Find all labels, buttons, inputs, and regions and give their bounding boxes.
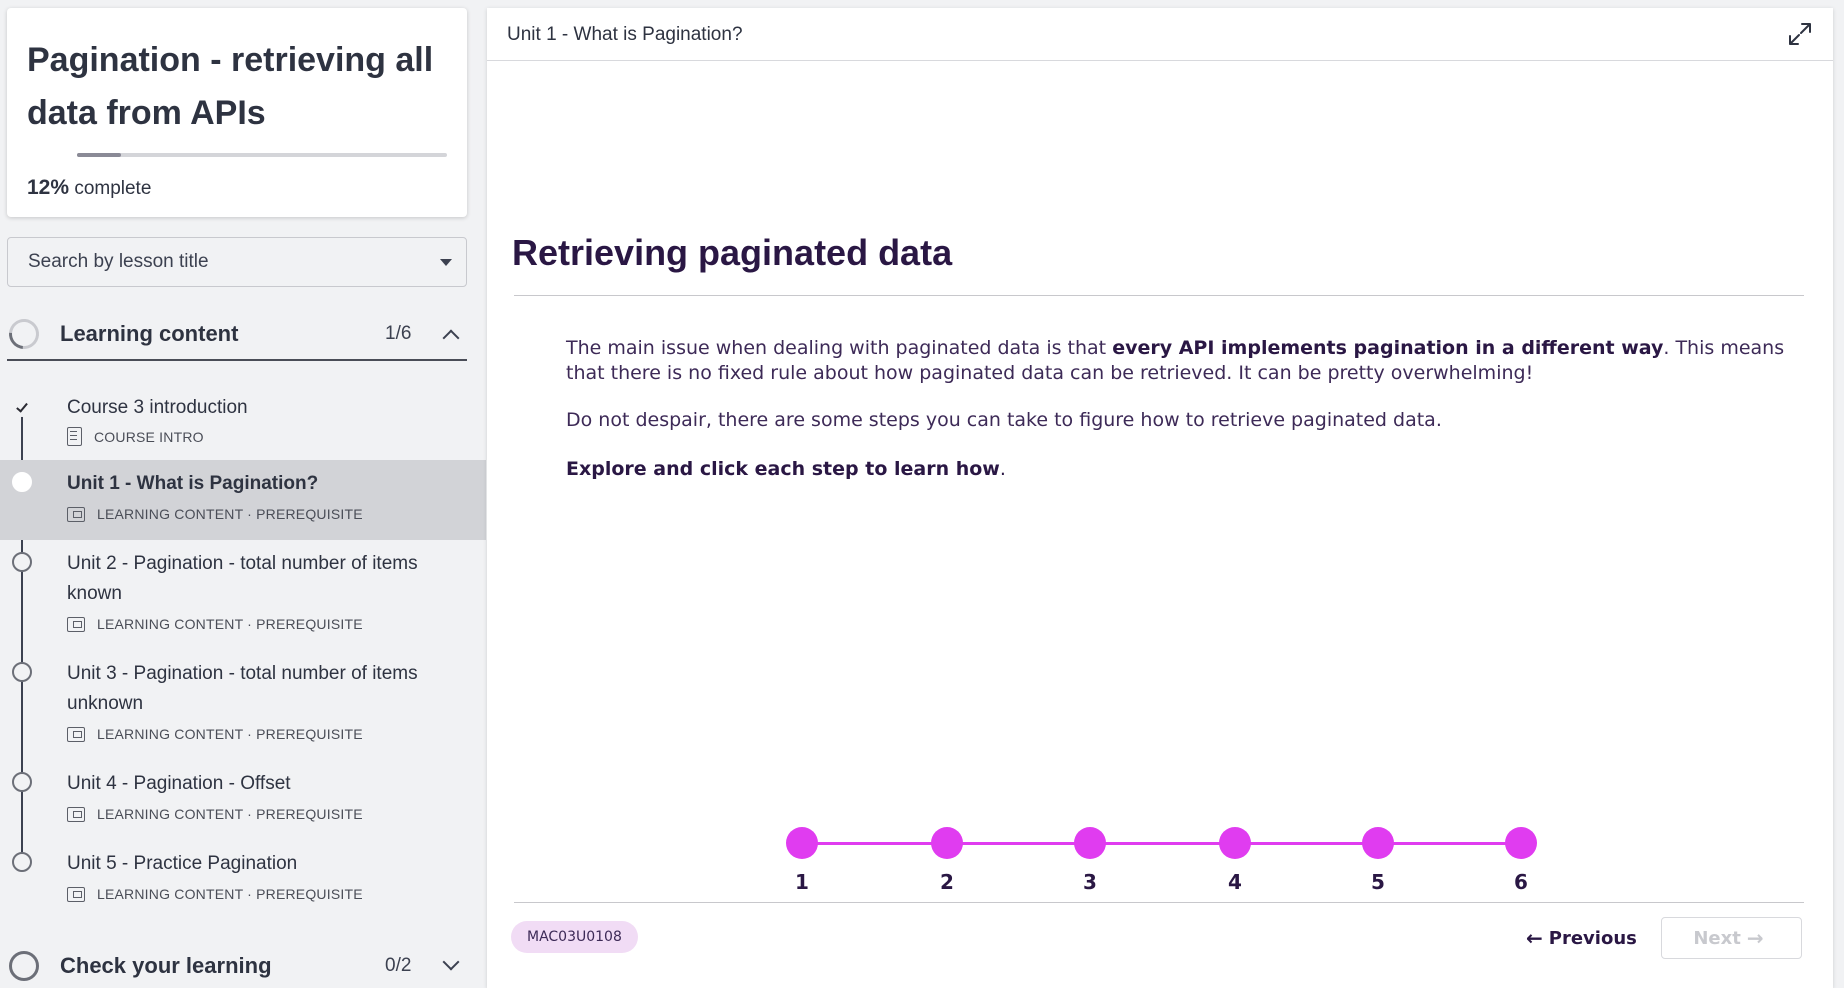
progress-ring-icon [9,951,39,981]
lesson-title: Unit 2 - Pagination - total number of it… [67,553,418,604]
lesson-meta: COURSE INTRO [67,427,204,446]
not-started-status-icon [12,772,32,792]
lesson-course-introduction[interactable]: Course 3 introduction COURSE INTRO [0,385,486,460]
step-number: 3 [1083,870,1097,894]
instruction-after: . [999,458,1006,480]
step-6-button[interactable]: 6 [1501,820,1541,894]
step-1-button[interactable]: 1 [782,820,822,894]
progress-percent: 12% [27,176,70,199]
previous-label: Previous [1548,927,1637,949]
section-count: 1/6 [385,323,412,344]
intro-paragraph: The main issue when dealing with paginat… [566,336,1806,386]
step-4-button[interactable]: 4 [1215,820,1255,894]
not-started-status-icon [12,662,32,682]
not-started-status-icon [12,852,32,872]
slides-icon [67,616,85,632]
lesson-unit-4[interactable]: Unit 4 - Pagination - Offset LEARNING CO… [0,760,486,840]
not-started-status-icon [12,552,32,572]
course-progress-fill [77,153,122,157]
next-label: Next [1693,927,1741,949]
document-icon [67,427,82,446]
lesson-meta-text: COURSE INTRO [94,428,204,445]
section-learning-content[interactable]: Learning content 1/6 [2,305,467,361]
step-number: 1 [795,870,809,894]
lesson-unit-2[interactable]: Unit 2 - Pagination - total number of it… [0,540,486,650]
footer-divider [514,902,1804,903]
step-dot [931,827,963,859]
chevron-down-icon [442,953,460,971]
intro-text-bold: every API implements pagination in a dif… [1112,337,1664,359]
completed-status-icon [12,397,32,417]
current-status-icon [12,472,32,492]
lesson-title: Unit 5 - Practice Pagination [67,853,298,874]
chevron-up-icon [442,329,460,347]
lesson-code-badge: MAC03U0108 [511,921,638,953]
lesson-content-panel: Unit 1 - What is Pagination? Retrieving … [487,8,1833,988]
progress-suffix: complete [74,178,152,199]
slides-icon [67,886,85,902]
next-button[interactable]: Next → [1661,917,1802,959]
expand-fullscreen-icon[interactable] [1787,21,1813,47]
lesson-header: Unit 1 - What is Pagination? [487,8,1833,61]
previous-button[interactable]: ← Previous [1510,918,1647,958]
course-progress-text: 12% complete [27,176,151,200]
lesson-unit-1[interactable]: Unit 1 - What is Pagination? LEARNING CO… [0,460,486,540]
lesson-meta: LEARNING CONTENT · PREREQUISITE [67,886,363,902]
section-title: Learning content [60,321,239,346]
steps-timeline: 1 2 3 4 5 6 [487,820,1833,900]
lesson-search-select[interactable]: Search by lesson title [7,237,467,287]
lesson-unit-5[interactable]: Unit 5 - Practice Pagination LEARNING CO… [0,840,486,920]
lesson-search-label: Search by lesson title [28,251,209,272]
step-dot [1219,827,1251,859]
lesson-meta: LEARNING CONTENT · PREREQUISITE [67,806,363,822]
step-dot [786,827,818,859]
lesson-meta: LEARNING CONTENT · PREREQUISITE [67,726,363,742]
caret-down-icon [440,259,452,266]
section-count: 0/2 [385,955,412,976]
instruction-bold: Explore and click each step to learn how [566,458,1000,480]
step-5-button[interactable]: 5 [1358,820,1398,894]
instruction-paragraph: Explore and click each step to learn how… [566,457,1806,482]
slides-icon [67,506,85,522]
lesson-title: Course 3 introduction [67,397,248,418]
lesson-meta: LEARNING CONTENT · PREREQUISITE [67,506,363,522]
lesson-meta-text: LEARNING CONTENT · PREREQUISITE [97,616,363,632]
course-title: Pagination - retrieving all data from AP… [27,41,434,132]
lesson-meta-text: LEARNING CONTENT · PREREQUISITE [97,506,363,522]
steps-connector-line [802,842,1535,845]
arrow-left-icon: ← [1526,926,1543,950]
lesson-meta: LEARNING CONTENT · PREREQUISITE [67,616,363,632]
despair-paragraph: Do not despair, there are some steps you… [566,409,1442,431]
progress-ring-icon [2,312,46,356]
lesson-meta-text: LEARNING CONTENT · PREREQUISITE [97,726,363,742]
step-dot [1074,827,1106,859]
step-3-button[interactable]: 3 [1070,820,1110,894]
lesson-meta-text: LEARNING CONTENT · PREREQUISITE [97,886,363,902]
step-number: 2 [940,870,954,894]
step-number: 5 [1371,870,1385,894]
section-check-your-learning[interactable]: Check your learning 0/2 [7,937,467,988]
step-dot [1505,827,1537,859]
intro-text-before: The main issue when dealing with paginat… [566,337,1113,359]
heading-divider [514,295,1804,296]
section-title: Check your learning [60,953,272,978]
step-number: 6 [1514,870,1528,894]
step-2-button[interactable]: 2 [927,820,967,894]
lesson-meta-text: LEARNING CONTENT · PREREQUISITE [97,806,363,822]
arrow-right-icon: → [1746,926,1764,950]
step-dot [1362,827,1394,859]
lesson-title: Unit 3 - Pagination - total number of it… [67,663,418,714]
course-progress-bar [77,153,447,157]
lesson-unit-3[interactable]: Unit 3 - Pagination - total number of it… [0,650,486,760]
slides-icon [67,726,85,742]
checkmark-icon [16,400,28,413]
lesson-header-title: Unit 1 - What is Pagination? [507,24,743,45]
step-number: 4 [1228,870,1242,894]
lesson-title: Unit 1 - What is Pagination? [67,473,319,494]
slides-icon [67,806,85,822]
lesson-heading: Retrieving paginated data [512,232,953,273]
course-summary-card: Pagination - retrieving all data from AP… [7,8,467,217]
lesson-title: Unit 4 - Pagination - Offset [67,773,291,794]
course-sidebar: Pagination - retrieving all data from AP… [0,0,486,988]
